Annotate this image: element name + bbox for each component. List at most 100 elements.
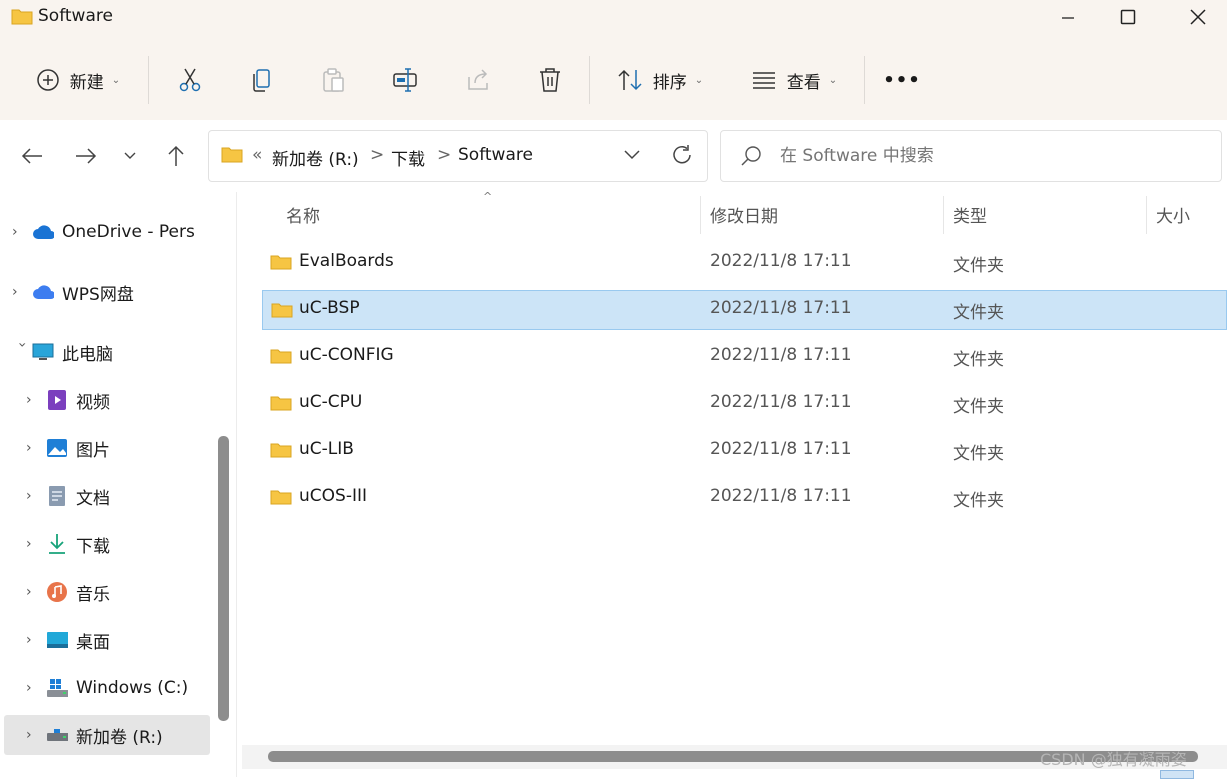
folder-icon: [270, 349, 292, 364]
file-row[interactable]: EvalBoards 2022/11/8 17:11 文件夹: [262, 243, 1227, 283]
file-type: 文件夹: [953, 397, 1004, 417]
delete-button[interactable]: [528, 52, 572, 108]
chevron-right-icon[interactable]: ›: [12, 224, 32, 240]
refresh-icon: [673, 145, 691, 164]
column-header-name[interactable]: 名称: [286, 194, 320, 234]
recent-locations-button[interactable]: [110, 136, 150, 176]
rename-icon: [393, 68, 417, 92]
file-modified: 2022/11/8 17:11: [710, 392, 852, 412]
breadcrumb-software[interactable]: Software: [458, 145, 533, 165]
chevron-down-icon[interactable]: ›: [14, 342, 30, 362]
folder-icon: [270, 443, 292, 458]
sidebar-item-music[interactable]: › 音乐: [0, 572, 224, 612]
file-name: uC-CPU: [299, 392, 363, 412]
file-name: uC-BSP: [299, 298, 360, 318]
sidebar-item-new-volume-r[interactable]: › 新加卷 (R:): [4, 715, 210, 755]
file-type: 文件夹: [953, 350, 1004, 370]
cut-button[interactable]: [168, 52, 212, 108]
sidebar-item-this-pc[interactable]: › 此电脑: [0, 332, 210, 372]
address-history-button[interactable]: [612, 135, 652, 175]
sidebar-item-wps[interactable]: › WPS网盘: [0, 272, 210, 312]
column-header-size[interactable]: 大小: [1156, 194, 1190, 234]
drive-icon: [46, 725, 68, 745]
sidebar-item-documents[interactable]: › 文档: [0, 476, 224, 516]
more-button[interactable]: •••: [878, 52, 926, 108]
forward-button[interactable]: [66, 136, 106, 176]
column-divider[interactable]: [1146, 196, 1147, 234]
chevron-right-icon[interactable]: ›: [26, 727, 46, 743]
chevron-right-icon[interactable]: ›: [26, 536, 46, 552]
file-type: 文件夹: [953, 303, 1004, 323]
chevron-right-icon[interactable]: ›: [26, 680, 46, 696]
file-modified: 2022/11/8 17:11: [710, 251, 852, 271]
breadcrumb-drive[interactable]: 新加卷 (R:): [272, 145, 359, 170]
view-toggle[interactable]: [1160, 770, 1194, 779]
sidebar-item-label: 音乐: [76, 584, 110, 605]
sidebar-item-windows-c[interactable]: › Windows (C:): [0, 668, 224, 708]
trash-icon: [540, 68, 560, 92]
documents-icon: [46, 486, 68, 506]
breadcrumb-overflow[interactable]: «: [252, 145, 262, 165]
sort-label: 排序: [652, 72, 687, 93]
file-modified: 2022/11/8 17:11: [710, 486, 852, 506]
file-name: EvalBoards: [299, 251, 394, 271]
back-button[interactable]: [12, 136, 52, 176]
column-divider[interactable]: [700, 196, 701, 234]
file-modified: 2022/11/8 17:11: [710, 439, 852, 459]
minimize-button[interactable]: [1038, 0, 1098, 34]
file-name: uC-LIB: [299, 439, 354, 459]
breadcrumb-separator[interactable]: >: [437, 145, 451, 165]
file-row[interactable]: uC-CONFIG 2022/11/8 17:11 文件夹: [262, 337, 1227, 377]
chevron-right-icon[interactable]: ›: [26, 392, 46, 408]
chevron-down-icon: ⌄: [111, 74, 121, 86]
up-button[interactable]: [156, 136, 196, 176]
paste-button[interactable]: [312, 52, 356, 108]
folder-icon: [221, 147, 243, 163]
sidebar-item-onedrive[interactable]: › OneDrive - Pers: [0, 212, 210, 252]
copy-button[interactable]: [240, 52, 284, 108]
column-header-type[interactable]: 类型: [953, 194, 987, 234]
sort-icon: [618, 69, 642, 91]
view-button[interactable]: 查看 ⌄: [744, 52, 844, 108]
rename-button[interactable]: [384, 52, 428, 108]
chevron-right-icon[interactable]: ›: [26, 584, 46, 600]
file-row[interactable]: uC-CPU 2022/11/8 17:11 文件夹: [262, 384, 1227, 424]
new-button[interactable]: 新建 ⌄: [28, 52, 128, 108]
cloud-icon: [32, 222, 54, 242]
file-name: uCOS-III: [299, 486, 367, 506]
column-divider[interactable]: [943, 196, 944, 234]
sidebar-scrollbar[interactable]: [218, 436, 229, 721]
pictures-icon: [46, 438, 68, 458]
toolbar-divider: [589, 56, 590, 104]
sort-button[interactable]: 排序 ⌄: [610, 52, 710, 108]
file-row[interactable]: uC-LIB 2022/11/8 17:11 文件夹: [262, 431, 1227, 471]
sidebar-item-videos[interactable]: › 视频: [0, 380, 224, 420]
chevron-down-icon: [624, 150, 640, 160]
chevron-right-icon[interactable]: ›: [26, 488, 46, 504]
sidebar-item-label: 新加卷 (R:): [76, 727, 163, 748]
share-button[interactable]: [456, 52, 500, 108]
breadcrumb-separator[interactable]: >: [370, 145, 384, 165]
file-row[interactable]: uCOS-III 2022/11/8 17:11 文件夹: [262, 478, 1227, 518]
refresh-button[interactable]: [662, 135, 702, 175]
chevron-right-icon[interactable]: ›: [26, 440, 46, 456]
sidebar-item-downloads[interactable]: › 下载: [0, 524, 224, 564]
file-row-selected[interactable]: uC-BSP 2022/11/8 17:11 文件夹: [262, 290, 1227, 330]
sidebar-item-desktop[interactable]: › 桌面: [0, 620, 224, 660]
breadcrumb-downloads[interactable]: 下载: [391, 145, 425, 170]
maximize-button[interactable]: [1098, 0, 1158, 34]
arrow-right-icon: [76, 148, 97, 164]
watermark: CSDN @独有凝雨姿: [1040, 750, 1187, 769]
sidebar-item-label: OneDrive - Pers: [62, 222, 195, 242]
file-modified: 2022/11/8 17:11: [710, 345, 852, 365]
sidebar-item-label: Windows (C:): [76, 678, 189, 698]
column-header-modified[interactable]: 修改日期: [710, 194, 778, 234]
sidebar-item-pictures[interactable]: › 图片: [0, 428, 224, 468]
close-button[interactable]: [1168, 0, 1227, 34]
chevron-right-icon[interactable]: ›: [26, 632, 46, 648]
desktop-icon: [46, 630, 68, 650]
computer-icon: [32, 342, 54, 362]
chevron-right-icon[interactable]: ›: [12, 284, 32, 300]
search-input[interactable]: [778, 141, 1202, 171]
arrow-left-icon: [21, 148, 42, 164]
